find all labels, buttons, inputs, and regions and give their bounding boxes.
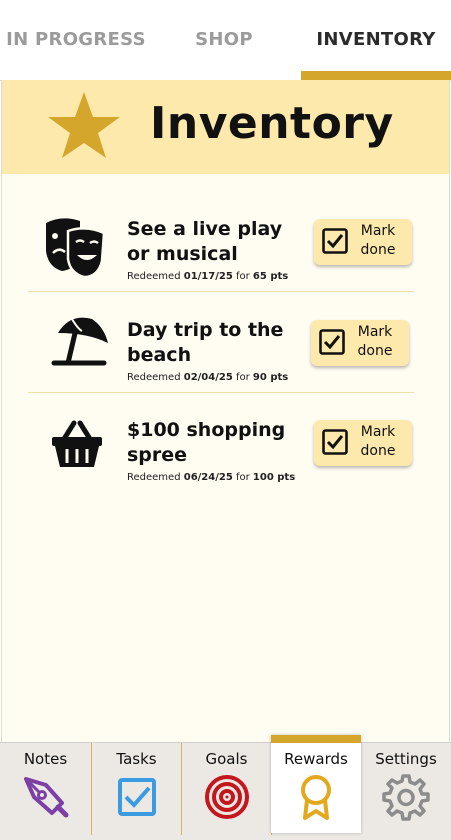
active-nav-indicator bbox=[271, 735, 361, 743]
shopping-basket-icon bbox=[52, 420, 102, 467]
redeemed-date: 06/24/25 bbox=[183, 472, 233, 483]
inventory-header: Inventory bbox=[2, 80, 449, 174]
nav-notes[interactable]: Notes bbox=[0, 743, 92, 835]
tab-in-progress-label: IN PROGRESS bbox=[6, 29, 146, 50]
nav-settings[interactable]: Settings bbox=[361, 743, 451, 835]
points-value: 65 pts bbox=[252, 271, 289, 282]
beach-umbrella-icon bbox=[51, 317, 108, 366]
tab-in-progress[interactable]: IN PROGRESS bbox=[0, 0, 152, 80]
checkbox-icon bbox=[322, 228, 348, 254]
mark-done-label: Mark done bbox=[357, 324, 393, 359]
theater-masks-icon bbox=[46, 218, 106, 279]
nav-rewards-label: Rewards bbox=[284, 750, 348, 768]
mark-done-label: Mark done bbox=[360, 223, 396, 258]
redeemed-date: 02/04/25 bbox=[183, 372, 233, 383]
list-item: $100 shopping spree Redeemed 06/24/25 fo… bbox=[28, 410, 414, 510]
item-name: $100 shopping spree bbox=[127, 419, 286, 466]
nav-notes-label: Notes bbox=[23, 750, 68, 768]
redeemed-info: Redeemed 01/17/25 for 65 pts bbox=[127, 271, 288, 282]
page-title: Inventory bbox=[150, 98, 394, 149]
points-value: 100 pts bbox=[252, 472, 296, 483]
gear-icon bbox=[382, 774, 430, 821]
bottom-nav-bar: Notes Tasks Goals Rewards Settings bbox=[0, 735, 451, 840]
divider bbox=[28, 291, 414, 292]
award-ribbon-icon bbox=[301, 775, 331, 820]
nav-goals-label: Goals bbox=[205, 750, 248, 768]
list-item: See a live play or musical Redeemed 01/1… bbox=[28, 209, 414, 309]
mark-done-label: Mark done bbox=[360, 424, 396, 459]
redeemed-label: Redeemed bbox=[127, 472, 181, 483]
nav-settings-label: Settings bbox=[375, 750, 437, 768]
list-item: Day trip to the beach Redeemed 02/04/25 … bbox=[28, 310, 414, 410]
redeemed-date: 01/17/25 bbox=[183, 271, 233, 282]
mark-done-button[interactable]: Mark done bbox=[314, 219, 412, 265]
tab-inventory[interactable]: INVENTORY bbox=[301, 0, 451, 80]
checkbox-icon bbox=[319, 329, 345, 355]
mark-done-button[interactable]: Mark done bbox=[314, 420, 412, 466]
item-name: Day trip to the beach bbox=[127, 319, 284, 366]
nav-rewards[interactable]: Rewards bbox=[271, 735, 361, 833]
item-name: See a live play or musical bbox=[127, 218, 283, 265]
mark-done-button[interactable]: Mark done bbox=[311, 320, 409, 366]
tab-inventory-label: INVENTORY bbox=[316, 29, 436, 50]
for-label: for bbox=[235, 372, 250, 383]
redeemed-label: Redeemed bbox=[127, 372, 181, 383]
nav-tasks-label: Tasks bbox=[116, 750, 157, 768]
for-label: for bbox=[235, 472, 250, 483]
tab-shop[interactable]: SHOP bbox=[152, 0, 296, 80]
nav-goals[interactable]: Goals bbox=[182, 743, 272, 835]
redeemed-label: Redeemed bbox=[127, 271, 181, 282]
top-tab-bar: IN PROGRESS SHOP INVENTORY bbox=[0, 0, 451, 81]
target-icon bbox=[204, 775, 249, 819]
checkbox-icon bbox=[322, 429, 348, 455]
for-label: for bbox=[235, 271, 250, 282]
tab-shop-label: SHOP bbox=[195, 29, 253, 50]
divider bbox=[28, 392, 414, 393]
checkbox-icon bbox=[117, 778, 156, 816]
nav-tasks[interactable]: Tasks bbox=[92, 743, 182, 835]
redeemed-info: Redeemed 02/04/25 for 90 pts bbox=[127, 372, 288, 383]
points-value: 90 pts bbox=[252, 372, 289, 383]
active-tab-indicator bbox=[301, 71, 451, 80]
pen-nib-icon bbox=[23, 777, 68, 818]
inventory-panel: Inventory See a live play or musical Red… bbox=[1, 80, 450, 742]
star-icon bbox=[48, 92, 120, 158]
redeemed-info: Redeemed 06/24/25 for 100 pts bbox=[127, 472, 295, 483]
